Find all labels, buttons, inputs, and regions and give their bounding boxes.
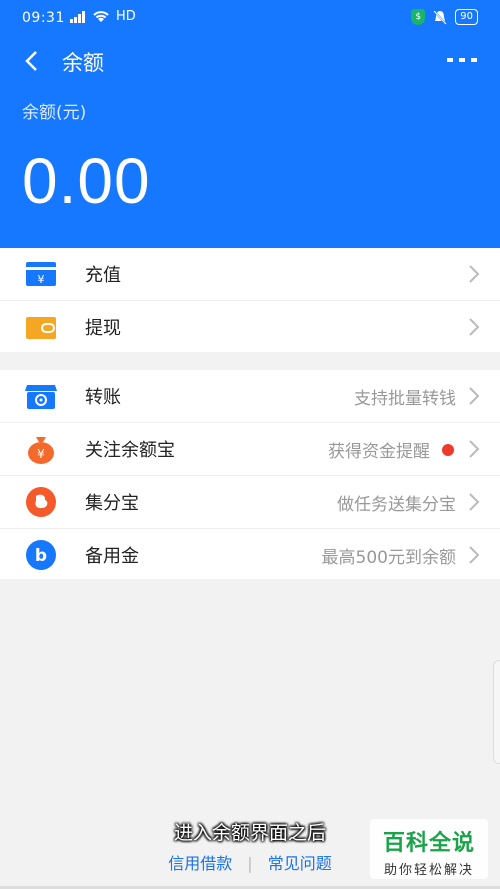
balance-header: 余额(元) 0.00 [0,86,500,248]
wallet-withdraw-icon [26,317,56,339]
list-item-jifenbao[interactable]: 集分宝 做任务送集分宝 [0,476,500,529]
notification-dot [442,444,454,456]
more-options-icon[interactable] [446,50,478,70]
page-title: 余额 [62,51,104,75]
list-item-hint: 获得资金提醒 [328,442,430,462]
nav-bar: 余额 [0,34,500,86]
balance-label: 余额(元) [22,103,87,123]
status-bar: 09:31 HD $ 90 [0,0,500,34]
chevron-right-icon [469,318,480,336]
faq-link[interactable]: 常见问题 [268,854,332,873]
recharge-card-icon: ¥ [26,262,56,286]
list-item-label: 转账 [85,387,121,408]
network-indicators: HD [70,9,136,24]
balance-amount: 0.00 [22,145,151,217]
list-item-label: 集分宝 [85,493,139,514]
wifi-icon [93,11,109,22]
action-group-secondary: 转账 支持批量转钱 ¥ 关注余额宝 获得资金提醒 集分宝 做任务送集分宝 b 备… [0,370,500,579]
money-bag-icon: ¥ [28,437,54,464]
list-item-transfer[interactable]: 转账 支持批量转钱 [0,370,500,423]
footer-separator: | [247,854,253,873]
list-item-reserve-fund[interactable]: b 备用金 最高500元到余额 [0,529,500,581]
list-item-hint: 最高500元到余额 [321,548,456,568]
list-item-hint: 做任务送集分宝 [337,495,456,515]
transfer-store-icon [25,385,57,409]
chevron-right-icon [469,493,480,511]
list-item-withdraw[interactable]: 提现 [0,301,500,353]
chevron-right-icon [469,265,480,283]
back-arrow-icon[interactable] [22,50,44,72]
chevron-right-icon [469,546,480,564]
jifenbao-icon [26,487,56,517]
status-right: $ 90 [411,9,478,25]
network-type: HD [116,9,136,24]
side-scroll-handle[interactable] [493,660,500,764]
signal-icon [70,10,85,23]
watermark-title: 百科全说 [382,831,475,856]
status-time: 09:31 [22,10,65,26]
list-item-recharge[interactable]: ¥ 充值 [0,248,500,301]
mute-bell-icon [433,9,448,25]
credit-loan-link[interactable]: 信用借款 [168,854,232,873]
list-item-label: 关注余额宝 [85,440,175,461]
watermark-logo: 百科全说 助你轻松解决 [370,819,488,879]
svg-text:¥: ¥ [38,273,45,286]
reserve-fund-icon: b [26,540,56,570]
chevron-right-icon [469,387,480,405]
list-item-label: 提现 [85,318,121,339]
list-item-follow-yuebao[interactable]: ¥ 关注余额宝 获得资金提醒 [0,423,500,476]
chevron-right-icon [469,440,480,458]
svg-text:¥: ¥ [37,447,45,461]
watermark-subtitle: 助你轻松解决 [383,863,474,878]
security-shield-icon: $ [411,9,426,25]
svg-text:b: b [35,546,47,566]
list-item-hint: 支持批量转钱 [354,389,456,409]
action-group-primary: ¥ 充值 提现 [0,248,500,352]
list-item-label: 备用金 [85,546,139,567]
battery-icon: 90 [455,9,478,25]
list-item-label: 充值 [85,265,121,286]
